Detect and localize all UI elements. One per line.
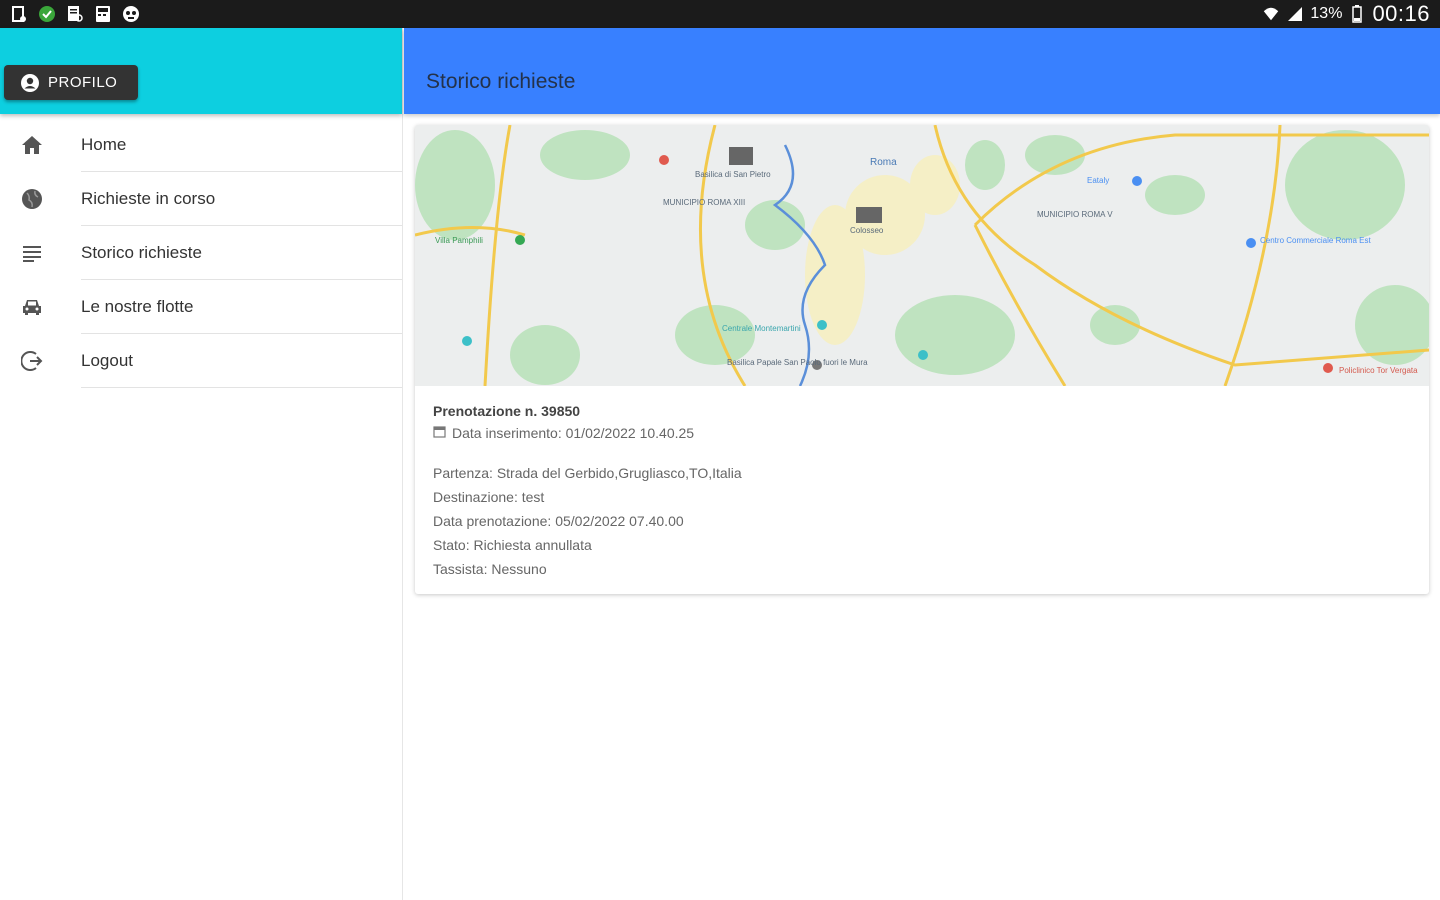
menu-item-label: Storico richieste (81, 243, 202, 262)
notification-icons (10, 5, 140, 23)
booking-tassista: Tassista: Nessuno (433, 561, 547, 577)
booking-destinazione: Destinazione: test (433, 489, 545, 505)
check-notification-icon (38, 5, 56, 23)
menu-item-le-nostre-flotte[interactable]: Le nostre flotte (0, 280, 402, 334)
map-label-centrale: Centrale Montemartini (722, 324, 801, 333)
menu-item-home[interactable]: Home (0, 118, 402, 172)
menu-item-label: Logout (81, 351, 133, 370)
clock: 00:16 (1372, 1, 1430, 26)
battery-percentage: 13% (1310, 5, 1343, 22)
booking-partenza: Partenza: Strada del Gerbido,Grugliasco,… (433, 465, 742, 481)
battery-icon (1348, 5, 1366, 23)
booking-stato: Stato: Richiesta annullata (433, 537, 592, 553)
inserted-date-row: Data inserimento: 01/02/2022 10.40.25 (433, 425, 1411, 441)
map-label-eataly: Eataly (1087, 176, 1109, 185)
file-search-notification-icon (66, 5, 84, 23)
booking-detail-list: Partenza: Strada del Gerbido,Grugliasco,… (433, 461, 1411, 581)
menu-item-richieste-in-corso[interactable]: Richieste in corso (0, 172, 402, 226)
wifi-icon (1262, 5, 1280, 23)
calculator-notification-icon (94, 5, 112, 23)
divider (81, 387, 402, 388)
booking-details: Prenotazione n. 39850 Data inserimento: … (433, 403, 1411, 581)
globe-icon (20, 187, 44, 211)
map-label-basilica-paolo: Basilica Papale San Paolo fuori le Mura (727, 358, 868, 367)
profile-button[interactable]: PROFILO (4, 65, 138, 100)
page-title: Storico richieste (426, 70, 576, 93)
drawer-menu: Home Richieste in corso Storico richiest… (0, 118, 402, 388)
home-icon (20, 133, 44, 157)
logout-icon (20, 349, 44, 373)
menu-item-storico-richieste[interactable]: Storico richieste (0, 226, 402, 280)
menu-item-label: Richieste in corso (81, 189, 216, 208)
map-view[interactable]: Roma MUNICIPIO ROMA XIII MUNICIPIO ROMA … (415, 125, 1429, 387)
menu-item-label: Le nostre flotte (81, 297, 194, 316)
drawer-header: PROFILO (0, 28, 402, 114)
profile-button-label: PROFILO (48, 74, 118, 91)
map-label-municipio-xiii: MUNICIPIO ROMA XIII (663, 198, 745, 207)
calendar-icon (433, 425, 446, 441)
map-label-roma: Roma (870, 157, 897, 168)
inserted-date: Data inserimento: 01/02/2022 10.40.25 (452, 425, 695, 441)
map-label-colosseo: Colosseo (850, 226, 884, 235)
menu-item-logout[interactable]: Logout (0, 334, 402, 388)
map-label-villa: Villa Pamphili (435, 236, 483, 245)
signal-icon (1286, 5, 1304, 23)
map-canvas: Roma MUNICIPIO ROMA XIII MUNICIPIO ROMA … (415, 125, 1429, 387)
system-indicators: 13% 00:16 (1262, 1, 1430, 27)
booking-card[interactable]: Roma MUNICIPIO ROMA XIII MUNICIPIO ROMA … (415, 125, 1429, 594)
car-icon (20, 295, 44, 319)
list-icon (20, 241, 44, 265)
account-circle-icon (20, 73, 40, 93)
map-label-municipio-v: MUNICIPIO ROMA V (1037, 210, 1113, 219)
map-label-policlinico: Policlinico Tor Vergata (1339, 366, 1418, 375)
status-bar: 13% 00:16 (0, 0, 1440, 28)
map-label-centro-commerciale: Centro Commerciale Roma Est (1260, 236, 1371, 245)
game-notification-icon (122, 5, 140, 23)
side-drawer: PROFILO Home Richieste in corso Storico … (0, 28, 403, 900)
toolbar: Storico richieste (404, 28, 1440, 114)
document-notification-icon (10, 5, 28, 23)
menu-item-label: Home (81, 135, 127, 154)
map-label-basilica: Basilica di San Pietro (695, 170, 771, 179)
booking-data-prenotazione: Data prenotazione: 05/02/2022 07.40.00 (433, 513, 684, 529)
booking-title: Prenotazione n. 39850 (433, 403, 581, 419)
